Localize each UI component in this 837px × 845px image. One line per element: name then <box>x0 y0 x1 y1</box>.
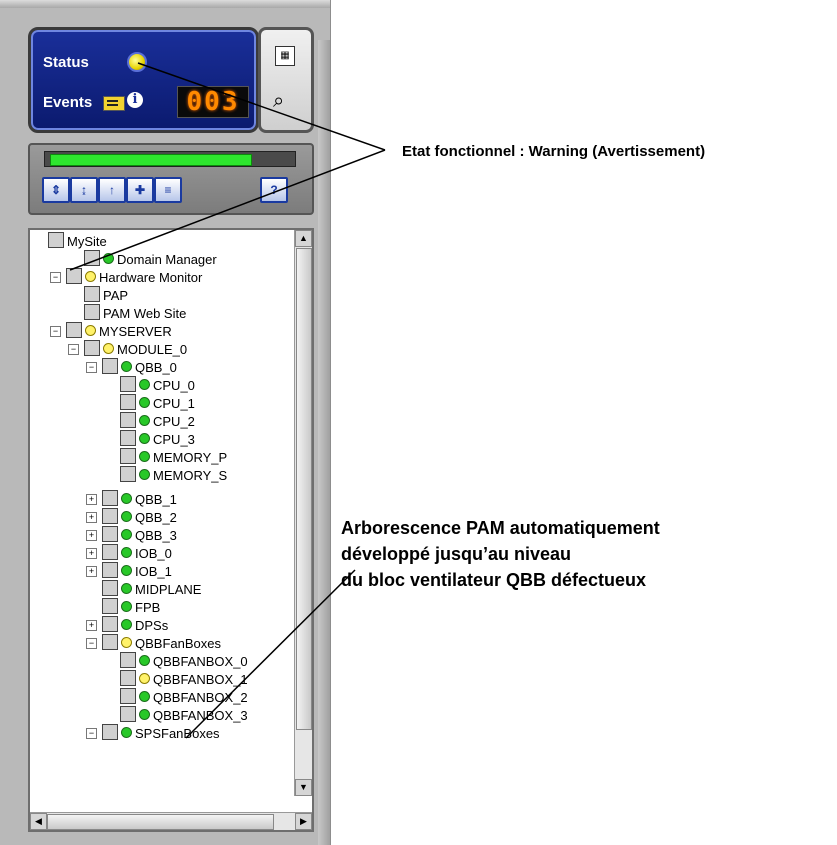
tree-callout-line-2: développé jusqu’au niveau <box>341 544 572 564</box>
tree-callout-line-3: du bloc ventilateur QBB défectueux <box>341 570 647 590</box>
warning-callout: Etat fonctionnel : Warning (Avertissemen… <box>402 143 706 160</box>
tree-callout-line-1: Arborescence PAM automatiquement <box>341 518 660 538</box>
callout-lines <box>69 62 386 739</box>
